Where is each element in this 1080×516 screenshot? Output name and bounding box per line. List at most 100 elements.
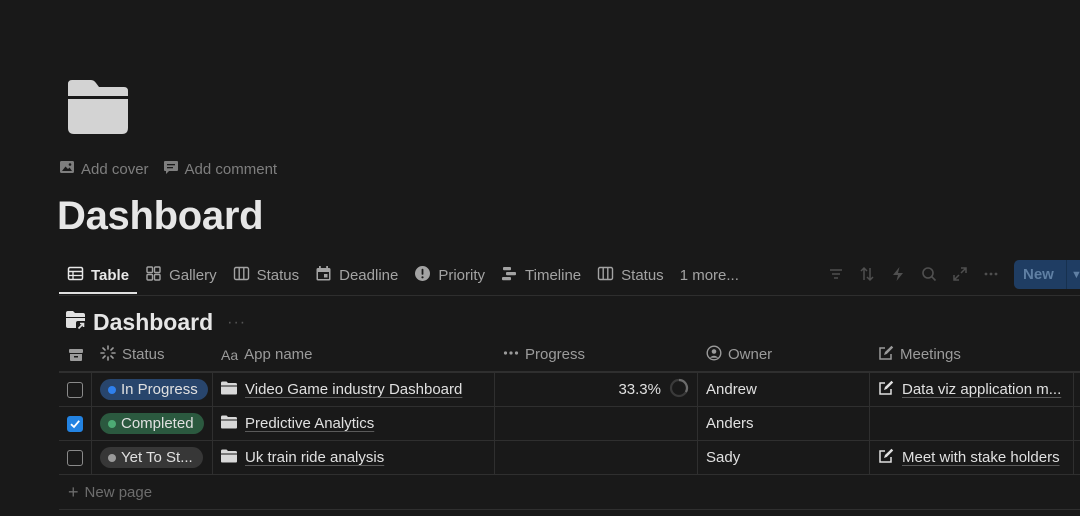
column-label: Progress bbox=[525, 346, 586, 363]
tab-timeline[interactable]: Timeline bbox=[493, 258, 589, 293]
meetings-cell[interactable] bbox=[870, 407, 1074, 440]
status-dot bbox=[108, 419, 116, 428]
status-label: In Progress bbox=[121, 381, 198, 398]
automation-icon[interactable] bbox=[888, 264, 907, 283]
status-cell[interactable]: In Progress bbox=[92, 373, 213, 406]
status-cell[interactable]: Yet To St... bbox=[92, 441, 213, 474]
database-header: Dashboard ··· bbox=[65, 309, 246, 336]
owner-cell[interactable]: Sady bbox=[698, 441, 870, 474]
status-label: Completed bbox=[121, 415, 194, 432]
table-icon bbox=[67, 265, 84, 286]
column-label: Owner bbox=[728, 346, 773, 363]
folder-icon bbox=[221, 415, 237, 433]
tab-label: Status bbox=[621, 267, 664, 284]
progress-cell[interactable] bbox=[495, 441, 698, 474]
tab-label: Deadline bbox=[339, 267, 399, 284]
more-options-icon[interactable]: ··· bbox=[227, 314, 246, 332]
row-checkbox[interactable] bbox=[67, 449, 83, 466]
meetings-cell[interactable]: Meet with stake holders bbox=[870, 441, 1074, 474]
tab-status-2[interactable]: Status bbox=[589, 258, 672, 293]
sort-icon[interactable] bbox=[857, 264, 876, 283]
column-header-status[interactable]: Status bbox=[92, 338, 213, 371]
progress-value: 33.3% bbox=[618, 381, 661, 398]
note-icon bbox=[878, 380, 894, 400]
owner-cell[interactable]: Andrew bbox=[698, 373, 870, 406]
add-comment-label: Add comment bbox=[184, 160, 278, 178]
table-row[interactable]: In Progress Video Game industry Dashboar… bbox=[59, 372, 1080, 407]
add-comment-button[interactable]: Add comment bbox=[163, 159, 278, 179]
archive-icon[interactable] bbox=[59, 338, 92, 371]
status-dot bbox=[108, 385, 116, 394]
tab-status[interactable]: Status bbox=[225, 258, 308, 293]
status-badge: Yet To St... bbox=[100, 447, 203, 468]
relation-icon bbox=[878, 345, 894, 365]
meetings-cell[interactable]: Data viz application m... bbox=[870, 373, 1074, 406]
progress-cell[interactable] bbox=[495, 407, 698, 440]
tab-label: Status bbox=[256, 267, 300, 284]
app-name-cell[interactable]: Uk train ride analysis bbox=[213, 441, 495, 474]
rollup-icon bbox=[503, 345, 519, 365]
comment-icon bbox=[163, 159, 179, 179]
row-checkbox[interactable] bbox=[67, 381, 83, 398]
tab-label: Timeline bbox=[525, 267, 582, 284]
search-icon[interactable] bbox=[919, 264, 938, 283]
column-label: Meetings bbox=[900, 346, 961, 363]
title-icon: Aa bbox=[221, 346, 239, 363]
alert-icon bbox=[414, 265, 431, 286]
checkmark-icon bbox=[70, 419, 80, 428]
column-label: App name bbox=[244, 346, 313, 363]
plus-icon: + bbox=[68, 481, 79, 502]
status-icon bbox=[100, 344, 116, 365]
view-toolbar bbox=[826, 264, 1000, 283]
meeting-link[interactable]: Data viz application m... bbox=[902, 381, 1061, 398]
chevron-down-icon[interactable]: ▼ bbox=[1071, 269, 1080, 281]
folder-icon[interactable] bbox=[67, 78, 129, 136]
app-name-cell[interactable]: Predictive Analytics bbox=[213, 407, 495, 440]
progress-cell[interactable]: 33.3% bbox=[495, 373, 698, 406]
column-header-app-name[interactable]: Aa App name bbox=[213, 338, 495, 371]
timeline-icon bbox=[501, 265, 518, 286]
folder-icon bbox=[221, 449, 237, 467]
row-checkbox[interactable] bbox=[67, 415, 83, 432]
tab-deadline[interactable]: Deadline bbox=[307, 258, 406, 293]
folder-icon bbox=[221, 381, 237, 399]
app-name-cell[interactable]: Video Game industry Dashboard bbox=[213, 373, 495, 406]
status-dot bbox=[108, 453, 116, 462]
column-header-progress[interactable]: Progress bbox=[495, 338, 698, 371]
column-header-owner[interactable]: Owner bbox=[698, 338, 870, 371]
database-title[interactable]: Dashboard bbox=[93, 309, 213, 336]
more-icon[interactable] bbox=[981, 264, 1000, 283]
tab-more[interactable]: 1 more... bbox=[672, 258, 747, 293]
new-button-label: New bbox=[1023, 266, 1054, 283]
app-name-link[interactable]: Video Game industry Dashboard bbox=[245, 381, 462, 398]
tab-gallery[interactable]: Gallery bbox=[137, 258, 225, 293]
status-cell[interactable]: Completed bbox=[92, 407, 213, 440]
progress-ring-icon bbox=[669, 378, 689, 402]
board-icon bbox=[597, 265, 614, 286]
status-badge: In Progress bbox=[100, 379, 208, 400]
table-header: Status Aa App name Progress Owner Meetin… bbox=[59, 338, 1080, 372]
table-row[interactable]: Yet To St... Uk train ride analysis Sady… bbox=[59, 441, 1080, 475]
new-button[interactable]: New ▼ bbox=[1014, 260, 1080, 289]
note-icon bbox=[878, 448, 894, 468]
folder-link-icon bbox=[65, 309, 87, 336]
new-page-button[interactable]: + New page bbox=[59, 475, 1080, 510]
meeting-link[interactable]: Meet with stake holders bbox=[902, 449, 1060, 466]
app-name-link[interactable]: Uk train ride analysis bbox=[245, 449, 384, 466]
person-icon bbox=[706, 344, 722, 365]
expand-icon[interactable] bbox=[950, 264, 969, 283]
owner-cell[interactable]: Anders bbox=[698, 407, 870, 440]
column-header-meetings[interactable]: Meetings bbox=[870, 338, 1074, 371]
page-title[interactable]: Dashboard bbox=[57, 192, 264, 240]
table-row[interactable]: Completed Predictive Analytics Anders bbox=[59, 407, 1080, 441]
add-cover-button[interactable]: Add cover bbox=[59, 159, 149, 179]
app-name-link[interactable]: Predictive Analytics bbox=[245, 415, 374, 432]
tab-priority[interactable]: Priority bbox=[406, 258, 493, 293]
filter-icon[interactable] bbox=[826, 264, 845, 283]
row-checkbox-cell bbox=[59, 373, 92, 406]
tab-label: Table bbox=[91, 267, 130, 284]
tabs-divider bbox=[59, 295, 1080, 296]
row-checkbox-cell bbox=[59, 407, 92, 440]
status-badge: Completed bbox=[100, 413, 204, 434]
tab-table[interactable]: Table bbox=[59, 258, 138, 294]
